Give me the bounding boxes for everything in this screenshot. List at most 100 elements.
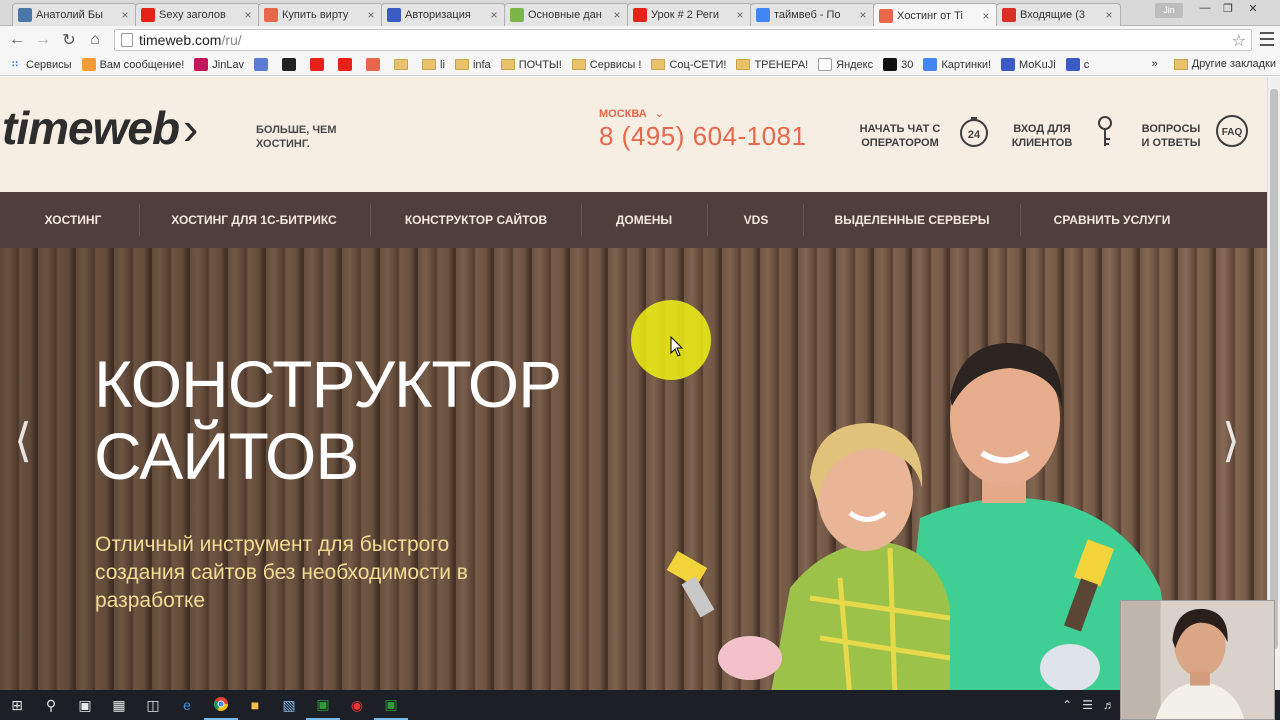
bookmark-item[interactable]: Вам сообщение! [81, 58, 184, 71]
file-explorer-icon[interactable]: ■ [238, 690, 272, 720]
tab-close-icon[interactable]: × [857, 8, 869, 22]
g-icon [510, 8, 524, 22]
site-favicon-icon [1065, 58, 1080, 71]
nav-domains[interactable]: ДОМЕНЫ [604, 192, 684, 248]
page-scrollbar[interactable] [1267, 77, 1280, 690]
tab-close-icon[interactable]: × [980, 9, 992, 23]
chrome-menu-icon[interactable] [1260, 32, 1274, 46]
bookmark-label: li [440, 58, 445, 71]
scrollbar-thumb[interactable] [1270, 89, 1278, 649]
bookmark-item[interactable]: Картинки! [923, 58, 991, 71]
bookmark-item[interactable] [254, 58, 272, 71]
wifi-icon[interactable]: ☰ [1082, 698, 1093, 712]
folder-icon [736, 59, 751, 70]
tab-title: Анатолий Бы [36, 9, 103, 21]
home-button[interactable]: ⌂ [82, 27, 108, 53]
timeweb-logo[interactable]: timeweb› [2, 101, 198, 155]
tab-title: таймвеб - По [774, 9, 841, 21]
faq-link[interactable]: ВОПРОСЫ И ОТВЕТЫ [1138, 122, 1204, 150]
bookmark-item[interactable]: 30 [883, 58, 913, 71]
nav-bitrix-hosting[interactable]: ХОСТИНГ ДЛЯ 1С-БИТРИКС [160, 192, 348, 248]
chrome-icon[interactable] [204, 690, 238, 720]
bookmark-item[interactable]: Соц-СЕТИ! [651, 59, 726, 71]
browser-tab[interactable]: Основные дан × [504, 3, 629, 26]
tab-close-icon[interactable]: × [734, 8, 746, 22]
browser-tab[interactable]: таймвеб - По × [750, 3, 875, 26]
key-icon[interactable] [1088, 115, 1122, 149]
tab-close-icon[interactable]: × [488, 8, 500, 22]
tray-chevron-up-icon[interactable]: ⌃ [1062, 698, 1072, 712]
bookmark-item[interactable]: ТРЕНЕРА! [736, 59, 808, 71]
browser-toolbar: ← → ↻ ⌂ timeweb.com/ru/ ☆ [0, 26, 1280, 54]
windows-taskbar: ⊞ ⚲ ▣ ▦ ◫ e ■ ▧ ▣ ◉ ▣ ⌃ ☰ ♬ [0, 690, 1280, 720]
browser-tab[interactable]: Авторизация × [381, 3, 506, 26]
bookmark-item[interactable]: infa [454, 59, 491, 71]
calculator-icon[interactable]: ▦ [102, 690, 136, 720]
camtasia-icon[interactable]: ▣ [306, 690, 340, 720]
tab-close-icon[interactable]: × [1103, 8, 1115, 22]
bookmark-item[interactable]: ПОЧТЫ! [500, 59, 562, 71]
tab-close-icon[interactable]: × [242, 8, 254, 22]
slider-next-icon[interactable]: ⟩ [1222, 413, 1240, 467]
bookmark-item[interactable]: Сервисы ! [571, 59, 641, 71]
profile-badge[interactable]: Jin [1155, 3, 1183, 18]
folder-icon [454, 59, 469, 70]
hero-title: КОНСТРУКТОР САЙТОВ [94, 347, 562, 493]
nav-dedicated[interactable]: ВЫДЕЛЕННЫЕ СЕРВЕРЫ [826, 192, 998, 248]
bookmark-item[interactable]: Яндекс [818, 58, 873, 71]
task-view-icon[interactable]: ▣ [68, 690, 102, 720]
bookmarks-overflow-button[interactable]: » [1152, 58, 1158, 70]
timer-24-icon[interactable]: 24 [957, 115, 991, 149]
tab-close-icon[interactable]: × [611, 8, 623, 22]
edge-icon[interactable]: e [170, 690, 204, 720]
browser-tab[interactable]: Входящие (3 × [996, 3, 1121, 26]
bookmark-item[interactable]: c [1065, 58, 1089, 71]
browser-tab[interactable]: Урок # 2 Реги × [627, 3, 752, 26]
other-bookmarks[interactable]: Другие закладки [1192, 58, 1276, 70]
bookmark-item[interactable]: li [422, 59, 445, 71]
web-page: timeweb› БОЛЬШЕ, ЧЕМ ХОСТИНГ. МОСКВА ⌄ 8 … [0, 77, 1267, 690]
nav-site-builder[interactable]: КОНСТРУКТОР САЙТОВ [393, 192, 559, 248]
webcam-overlay [1120, 600, 1275, 720]
bookmark-label: Соц-СЕТИ! [669, 58, 727, 71]
bookmark-item[interactable] [282, 58, 300, 71]
bookmark-item[interactable] [338, 58, 356, 71]
bookmark-item[interactable] [394, 59, 412, 70]
windows-start-icon[interactable]: ⊞ [0, 690, 34, 720]
phone-number: 8 (495) 604-1081 [599, 121, 807, 151]
site-favicon-icon [883, 58, 898, 71]
notepad-icon[interactable]: ▧ [272, 690, 306, 720]
browser-tab[interactable]: Анатолий Бы × [12, 3, 137, 26]
city-selector[interactable]: МОСКВА ⌄ [599, 107, 664, 120]
close-window-icon[interactable]: ✕ [1243, 2, 1263, 18]
bookmark-item[interactable] [310, 58, 328, 71]
search-icon[interactable]: ⚲ [34, 690, 68, 720]
volume-icon[interactable]: ♬ [1103, 698, 1115, 712]
bookmark-star-icon[interactable]: ☆ [1232, 31, 1246, 51]
store-icon[interactable]: ◫ [136, 690, 170, 720]
slider-prev-icon[interactable]: ⟨ [14, 413, 32, 467]
bookmark-item[interactable]: ∷ Сервисы [8, 58, 72, 71]
forward-button[interactable]: → [30, 27, 56, 53]
minimize-icon[interactable]: — [1195, 2, 1215, 18]
address-bar[interactable]: timeweb.com/ru/ ☆ [114, 29, 1252, 51]
browser-tab[interactable]: Sexy заголов × [135, 3, 260, 26]
bookmark-item[interactable] [366, 58, 384, 71]
tab-close-icon[interactable]: × [365, 8, 377, 22]
back-button[interactable]: ← [4, 27, 30, 53]
recorder-icon[interactable]: ▣ [374, 690, 408, 720]
nav-hosting[interactable]: ХОСТИНГ [30, 192, 116, 248]
restore-icon[interactable]: ❐ [1218, 2, 1238, 18]
faq-icon[interactable]: FAQ [1215, 115, 1251, 149]
chat-link[interactable]: НАЧАТЬ ЧАТ С ОПЕРАТОРОМ [852, 122, 948, 150]
nav-vds[interactable]: VDS [730, 192, 782, 248]
yandex-browser-icon[interactable]: ◉ [340, 690, 374, 720]
bookmark-item[interactable]: MoKuJi [1001, 58, 1056, 71]
browser-tab[interactable]: Хостинг от Ti × [873, 3, 998, 27]
tab-close-icon[interactable]: × [119, 8, 131, 22]
reload-button[interactable]: ↻ [56, 27, 82, 53]
bookmark-item[interactable]: JinLav [194, 58, 244, 71]
nav-compare[interactable]: СРАВНИТЬ УСЛУГИ [1043, 192, 1181, 248]
client-login-link[interactable]: ВХОД ДЛЯ КЛИЕНТОВ [1008, 122, 1076, 150]
browser-tab[interactable]: Купить вирту × [258, 3, 383, 26]
